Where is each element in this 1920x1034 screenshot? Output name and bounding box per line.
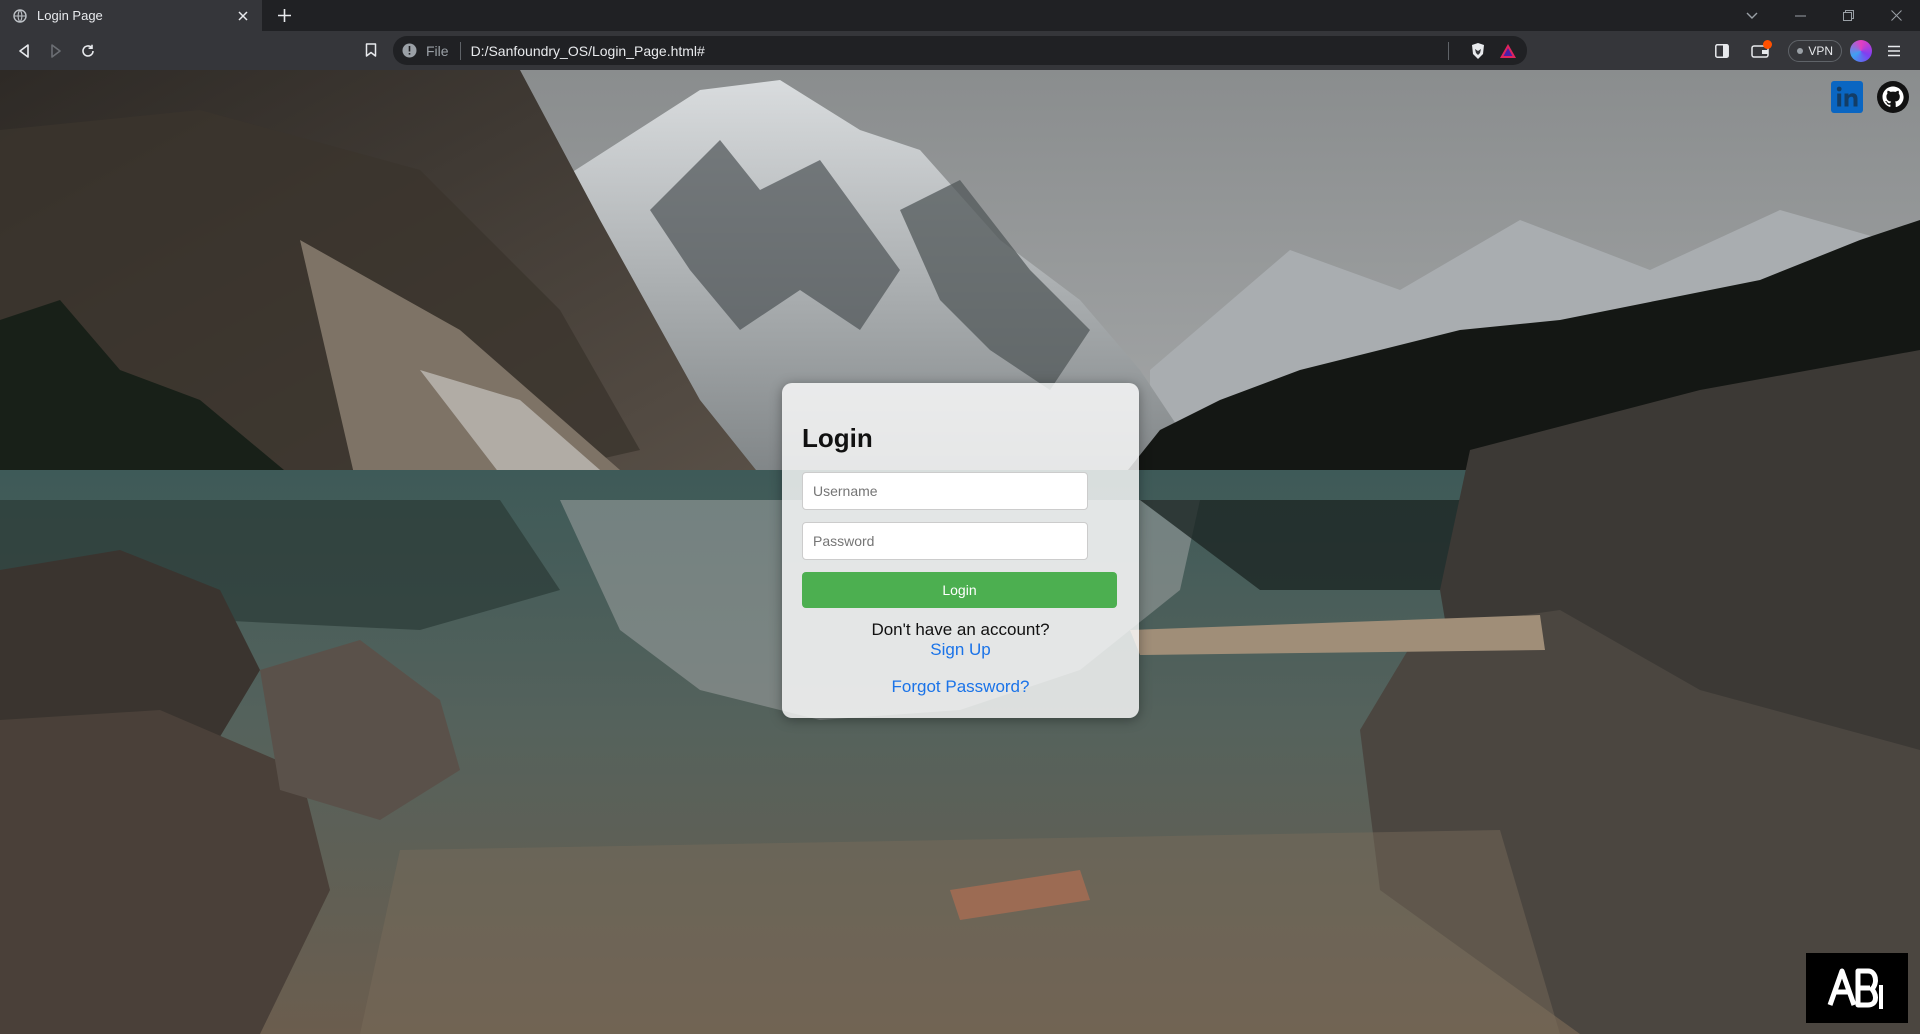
tab-title: Login Page	[37, 8, 103, 23]
login-button[interactable]: Login	[802, 572, 1117, 608]
scheme-divider	[459, 41, 461, 60]
browser-toolbar: File D:/Sanfoundry_OS/Login_Page.html# V…	[0, 31, 1920, 70]
linkedin-icon[interactable]	[1830, 80, 1864, 114]
tab-search-chevron-icon[interactable]	[1728, 0, 1776, 31]
new-tab-button[interactable]	[270, 2, 298, 30]
restore-button[interactable]	[1824, 0, 1872, 31]
profile-avatar[interactable]	[1850, 39, 1872, 62]
reload-button[interactable]	[72, 35, 104, 67]
sidebar-toggle-icon[interactable]	[1706, 35, 1738, 67]
tab-strip: Login Page	[0, 0, 1920, 31]
wallet-icon[interactable]	[1744, 35, 1776, 67]
brave-shields-icon[interactable]	[1467, 40, 1489, 62]
url-scheme: File	[426, 42, 449, 59]
bookmark-icon[interactable]	[355, 34, 387, 66]
url-text[interactable]: D:/Sanfoundry_OS/Login_Page.html#	[471, 43, 1448, 59]
site-info-icon[interactable]	[401, 43, 417, 59]
login-card: Login Login Don't have an account? Sign …	[782, 383, 1139, 718]
login-heading: Login	[802, 423, 873, 453]
username-input[interactable]	[802, 472, 1088, 510]
globe-icon	[12, 8, 28, 24]
window-controls	[1728, 0, 1920, 31]
brand-logo	[1806, 953, 1908, 1023]
close-tab-icon[interactable]	[234, 7, 252, 25]
close-window-button[interactable]	[1872, 0, 1920, 31]
forgot-password-link[interactable]: Forgot Password?	[802, 677, 1119, 697]
back-button[interactable]	[8, 35, 40, 67]
forward-button[interactable]	[40, 35, 72, 67]
active-tab[interactable]: Login Page	[0, 0, 262, 31]
address-bar[interactable]: File D:/Sanfoundry_OS/Login_Page.html#	[393, 36, 1527, 65]
minimize-button[interactable]	[1776, 0, 1824, 31]
toolbar-right-tools: VPN	[1700, 31, 1910, 70]
notification-dot	[1763, 39, 1773, 49]
social-links	[1830, 80, 1910, 114]
vpn-label: VPN	[1808, 43, 1833, 58]
vpn-status-dot	[1797, 47, 1804, 54]
signup-prompt: Don't have an account?	[871, 620, 1050, 639]
omnibox-divider	[1448, 41, 1449, 60]
brave-rewards-icon[interactable]	[1497, 40, 1519, 62]
vpn-button[interactable]: VPN	[1788, 39, 1842, 62]
password-input[interactable]	[802, 522, 1088, 560]
signup-link[interactable]: Sign Up	[802, 640, 1119, 660]
menu-icon[interactable]	[1878, 35, 1910, 67]
page-viewport: Login Login Don't have an account? Sign …	[0, 70, 1920, 1034]
github-icon[interactable]	[1876, 80, 1910, 114]
